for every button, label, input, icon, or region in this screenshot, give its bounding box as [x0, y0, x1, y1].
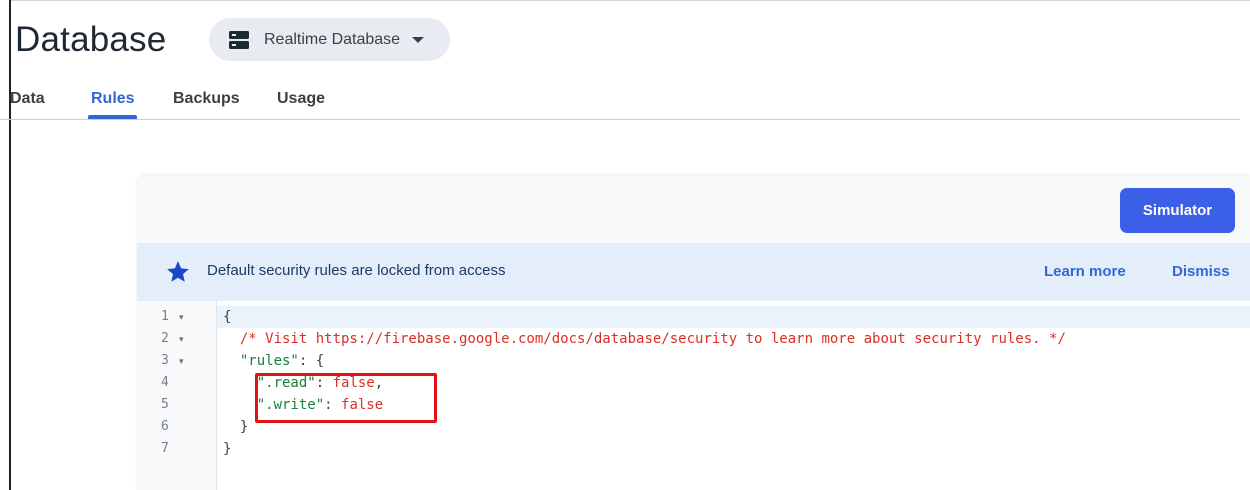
code-token-punc: : { — [298, 353, 325, 369]
line-number: 1 — [161, 309, 169, 324]
banner-message: Default security rules are locked from a… — [207, 262, 506, 279]
tab-backups[interactable]: Backups — [173, 90, 240, 108]
learn-more-link[interactable]: Learn more — [1044, 263, 1126, 280]
code-token-punc: } — [223, 441, 232, 457]
line-number: 7 — [161, 441, 169, 456]
code-token-punc — [223, 353, 240, 369]
security-banner: Default security rules are locked from a… — [137, 243, 1250, 301]
database-server-icon — [227, 28, 251, 52]
page-left-edge — [9, 0, 11, 490]
tab-rules[interactable]: Rules — [91, 90, 135, 108]
code-token-punc — [223, 375, 257, 391]
code-line[interactable]: "rules": { — [223, 350, 324, 372]
database-selector-label: Realtime Database — [264, 30, 401, 48]
fold-toggle-icon[interactable]: ▾ — [179, 328, 184, 350]
code-token-punc — [223, 397, 257, 413]
line-number: 2 — [161, 331, 169, 346]
tab-data[interactable]: Data — [10, 90, 45, 108]
code-editor[interactable]: 1 ▾ 2 ▾ 3 ▾ 4 5 6 7 { /* Visit https://f… — [137, 301, 1250, 490]
code-line[interactable]: /* Visit https://firebase.google.com/doc… — [223, 328, 1066, 350]
line-number: 3 — [161, 353, 169, 368]
page-top-divider — [9, 0, 1250, 1]
code-line[interactable]: { — [223, 306, 231, 328]
active-tab-indicator — [88, 115, 137, 119]
code-token-key: "rules" — [239, 353, 299, 369]
code-token-punc — [223, 331, 240, 347]
page-title: Database — [15, 20, 167, 59]
tab-usage[interactable]: Usage — [277, 90, 325, 108]
code-line[interactable]: } — [223, 416, 248, 438]
fold-toggle-icon[interactable]: ▾ — [179, 350, 184, 372]
star-icon — [165, 259, 191, 285]
line-number-gutter: 1 ▾ 2 ▾ 3 ▾ 4 5 6 7 — [137, 301, 217, 490]
line-number: 4 — [161, 375, 169, 390]
fold-toggle-icon[interactable]: ▾ — [179, 306, 184, 328]
code-token-punc: { — [223, 309, 232, 325]
active-line-highlight — [217, 306, 1250, 328]
chevron-down-icon — [412, 36, 425, 43]
line-number: 6 — [161, 419, 169, 434]
code-line[interactable]: } — [223, 438, 231, 460]
code-token-comment: /* Visit https://firebase.google.com/doc… — [239, 331, 1066, 347]
code-token-punc: } — [223, 419, 249, 435]
simulator-button[interactable]: Simulator — [1120, 188, 1235, 233]
line-number: 5 — [161, 397, 169, 412]
tab-bar: Data Rules Backups Usage — [0, 86, 1240, 120]
annotation-highlight-box — [255, 373, 437, 423]
dismiss-button[interactable]: Dismiss — [1172, 263, 1230, 280]
database-selector-dropdown[interactable]: Realtime Database — [209, 18, 450, 61]
rules-editor-card: Simulator Default security rules are loc… — [137, 176, 1250, 490]
